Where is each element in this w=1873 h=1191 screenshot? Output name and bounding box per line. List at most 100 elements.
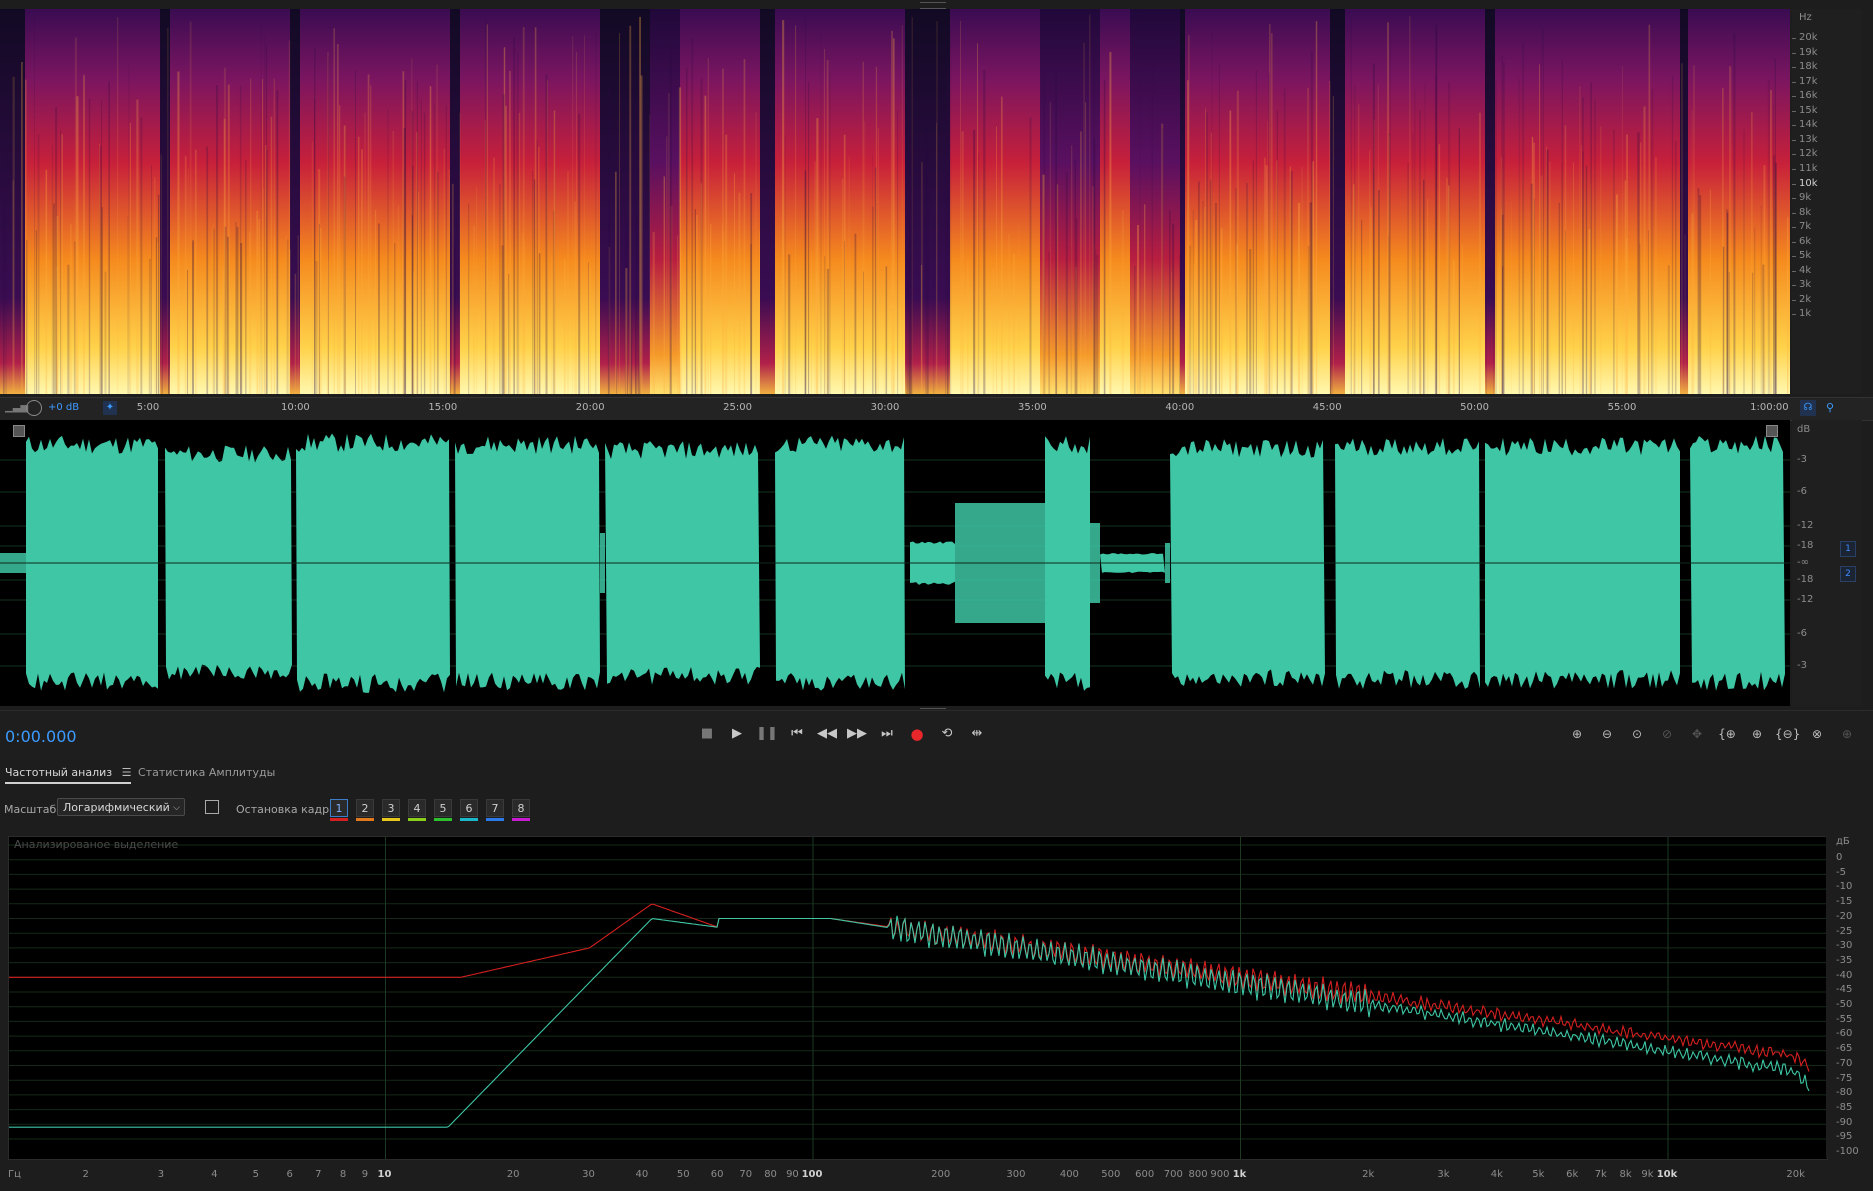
go-to-end-icon[interactable]: ⏭ <box>876 723 898 745</box>
advanced-options-icon[interactable] <box>205 800 219 814</box>
db-scale-label: -55 <box>1836 1013 1853 1025</box>
hz-scale-label: 3 <box>157 1169 165 1180</box>
go-to-start-icon[interactable]: ⏮ <box>786 723 808 745</box>
db-scale-label: 0 <box>1836 852 1843 863</box>
hz-scale-label: 30 <box>582 1169 595 1180</box>
zoom-corner-right-icon[interactable] <box>1766 425 1778 437</box>
hz-tick <box>1792 270 1796 272</box>
freeze-frame-2[interactable]: 2 <box>356 799 374 821</box>
hz-tick <box>1792 125 1796 127</box>
pin-icon[interactable]: ✦ <box>103 401 117 415</box>
freeze-frame-4[interactable]: 4 <box>408 799 426 821</box>
hz-label-15k: 15k <box>1799 104 1818 116</box>
hz-label-1k: 1k <box>1799 308 1812 320</box>
zoom-in-left-icon[interactable]: {⊕ <box>1715 723 1739 745</box>
hz-scale-label: 5k <box>1532 1169 1545 1180</box>
skip-selection-icon[interactable]: ⇹ <box>966 723 988 745</box>
db-label-bottom: -12 <box>1797 594 1814 605</box>
gain-knob-icon[interactable] <box>26 400 42 416</box>
zoom-in-time-icon[interactable]: ⊕ <box>1745 723 1769 745</box>
time-ruler[interactable]: ▁▃▅ +0 dB ✦ 5:00 10:00 15:00 20:00 25:00 30:0… <box>0 397 1873 421</box>
freeze-frame-7[interactable]: 7 <box>486 799 504 821</box>
freeze-frame-6[interactable]: 6 <box>460 799 478 821</box>
hamburger-menu-icon[interactable]: ☰ <box>122 766 132 779</box>
db-scale-label: -70 <box>1836 1057 1853 1069</box>
zoom-corner-left-icon[interactable] <box>13 425 25 437</box>
hz-tick <box>1792 67 1796 69</box>
hz-label-13k: 13k <box>1799 133 1818 145</box>
hz-tick <box>1792 38 1796 39</box>
frequency-ruler: Гц 2 3 4 5 6 7 8 9 10 20 30 40 50 60 70 80 90 100 200 300 40… <box>8 1160 1826 1188</box>
record-icon[interactable]: ● <box>906 723 928 745</box>
hz-scale-label: 300 <box>1006 1169 1026 1180</box>
freeze-frame-3[interactable]: 3 <box>382 799 400 821</box>
rewind-icon[interactable]: ◀◀ <box>816 723 838 745</box>
frequency-graph[interactable] <box>8 836 1828 1160</box>
freeze-frame-1[interactable]: 1 <box>330 799 348 821</box>
frame-color-bar <box>512 818 530 821</box>
freeze-frame-8[interactable]: 8 <box>512 799 530 821</box>
tab-amplitude-statistics[interactable]: Статистика Амплитуды <box>138 766 275 779</box>
frame-color-bar <box>486 818 504 821</box>
current-time-display[interactable]: 0:00.000 <box>5 727 77 746</box>
zoom-reset-icon[interactable]: ✥ <box>1685 723 1709 745</box>
hz-scale-label: 8 <box>339 1169 347 1180</box>
db-scale-label: -25 <box>1836 925 1853 937</box>
hz-tick <box>1792 81 1796 83</box>
hz-scale-label: 70 <box>739 1169 753 1180</box>
zoom-out-time-icon[interactable]: {⊖} <box>1775 723 1800 745</box>
hz-tick <box>1792 110 1796 112</box>
headphones-icon[interactable]: ☊ <box>1800 400 1816 416</box>
scale-value: Логарифмический <box>63 801 170 814</box>
hz-label-20k: 20k <box>1799 32 1818 43</box>
db-scale-label: -100 <box>1836 1146 1859 1157</box>
db-scale-label: -15 <box>1836 896 1853 908</box>
hz-label-11k: 11k <box>1799 162 1818 174</box>
hz-scale-label: 3k <box>1437 1169 1450 1180</box>
tab-label: Частотный анализ <box>5 766 113 779</box>
hz-label-10k: 10k <box>1799 177 1818 189</box>
marker-icon[interactable]: ⚲ <box>1822 400 1838 416</box>
hz-scale-label: 50 <box>676 1169 690 1180</box>
stop-icon[interactable]: ■ <box>696 723 718 745</box>
loop-icon[interactable]: ⟲ <box>936 723 958 745</box>
db-scale-label: -5 <box>1836 866 1846 878</box>
tab-frequency-analysis[interactable]: Частотный анализ ☰ <box>5 766 132 784</box>
hz-scale-label: 6 <box>286 1169 293 1180</box>
db-ruler: дБ 0 -5 -10 -15 -20 -25 -30 -35 -40 -45 -50 -55 -60 -… <box>1826 836 1872 1158</box>
db-scale-label: -20 <box>1836 910 1853 922</box>
channel-2-badge[interactable]: 2 <box>1840 566 1856 582</box>
hz-label-3k: 3k <box>1799 279 1812 291</box>
zoom-out-amplitude-icon[interactable]: ⊖ <box>1595 723 1619 745</box>
scale-dropdown[interactable]: Логарифмический ⌵ <box>57 798 185 816</box>
spectral-display[interactable] <box>0 9 1790 394</box>
transport-bar: 0:00.000 ■ ▶ ❚❚ ⏮ ◀◀ ▶▶ ⏭ ● ⟲ ⇹ ⊕ ⊖ ⊙ ⊘ … <box>0 710 1873 761</box>
frame-color-bar <box>330 818 348 821</box>
frame-color-bar <box>460 818 478 821</box>
time-label-30-00: 30:00 <box>870 402 900 413</box>
gain-value[interactable]: +0 dB <box>48 402 79 413</box>
waveform-display[interactable] <box>0 420 1790 706</box>
frame-color-bar <box>382 818 400 821</box>
zoom-in-amplitude-icon[interactable]: ⊕ <box>1565 723 1589 745</box>
channel-1-badge[interactable]: 1 <box>1840 541 1856 557</box>
hz-tick <box>1792 168 1796 170</box>
time-label-35-00: 35:00 <box>1017 402 1047 413</box>
hz-tick <box>1792 241 1796 243</box>
freeze-frame-5[interactable]: 5 <box>434 799 452 821</box>
hz-scale-label: 1k <box>1232 1169 1247 1180</box>
hz-scale-label: 400 <box>1059 1169 1079 1180</box>
fast-forward-icon[interactable]: ▶▶ <box>846 723 868 745</box>
level-meter-icon[interactable]: ▁▃▅ <box>5 402 28 413</box>
zoom-out-full-icon[interactable]: ⊗ <box>1805 723 1829 745</box>
play-icon[interactable]: ▶ <box>726 723 748 745</box>
zoom-in-right-icon[interactable]: ⊕ <box>1835 723 1859 745</box>
hz-label-5k: 5k <box>1799 250 1812 262</box>
pause-icon[interactable]: ❚❚ <box>756 723 778 745</box>
panel-resize-handle[interactable] <box>920 2 946 9</box>
zoom-selection-icon[interactable]: ⊘ <box>1655 723 1679 745</box>
hz-label-19k: 19k <box>1799 46 1818 58</box>
zoom-full-icon[interactable]: ⊙ <box>1625 723 1649 745</box>
db-label-top: -3 <box>1797 454 1807 465</box>
hz-scale-label: 10 <box>377 1169 392 1180</box>
